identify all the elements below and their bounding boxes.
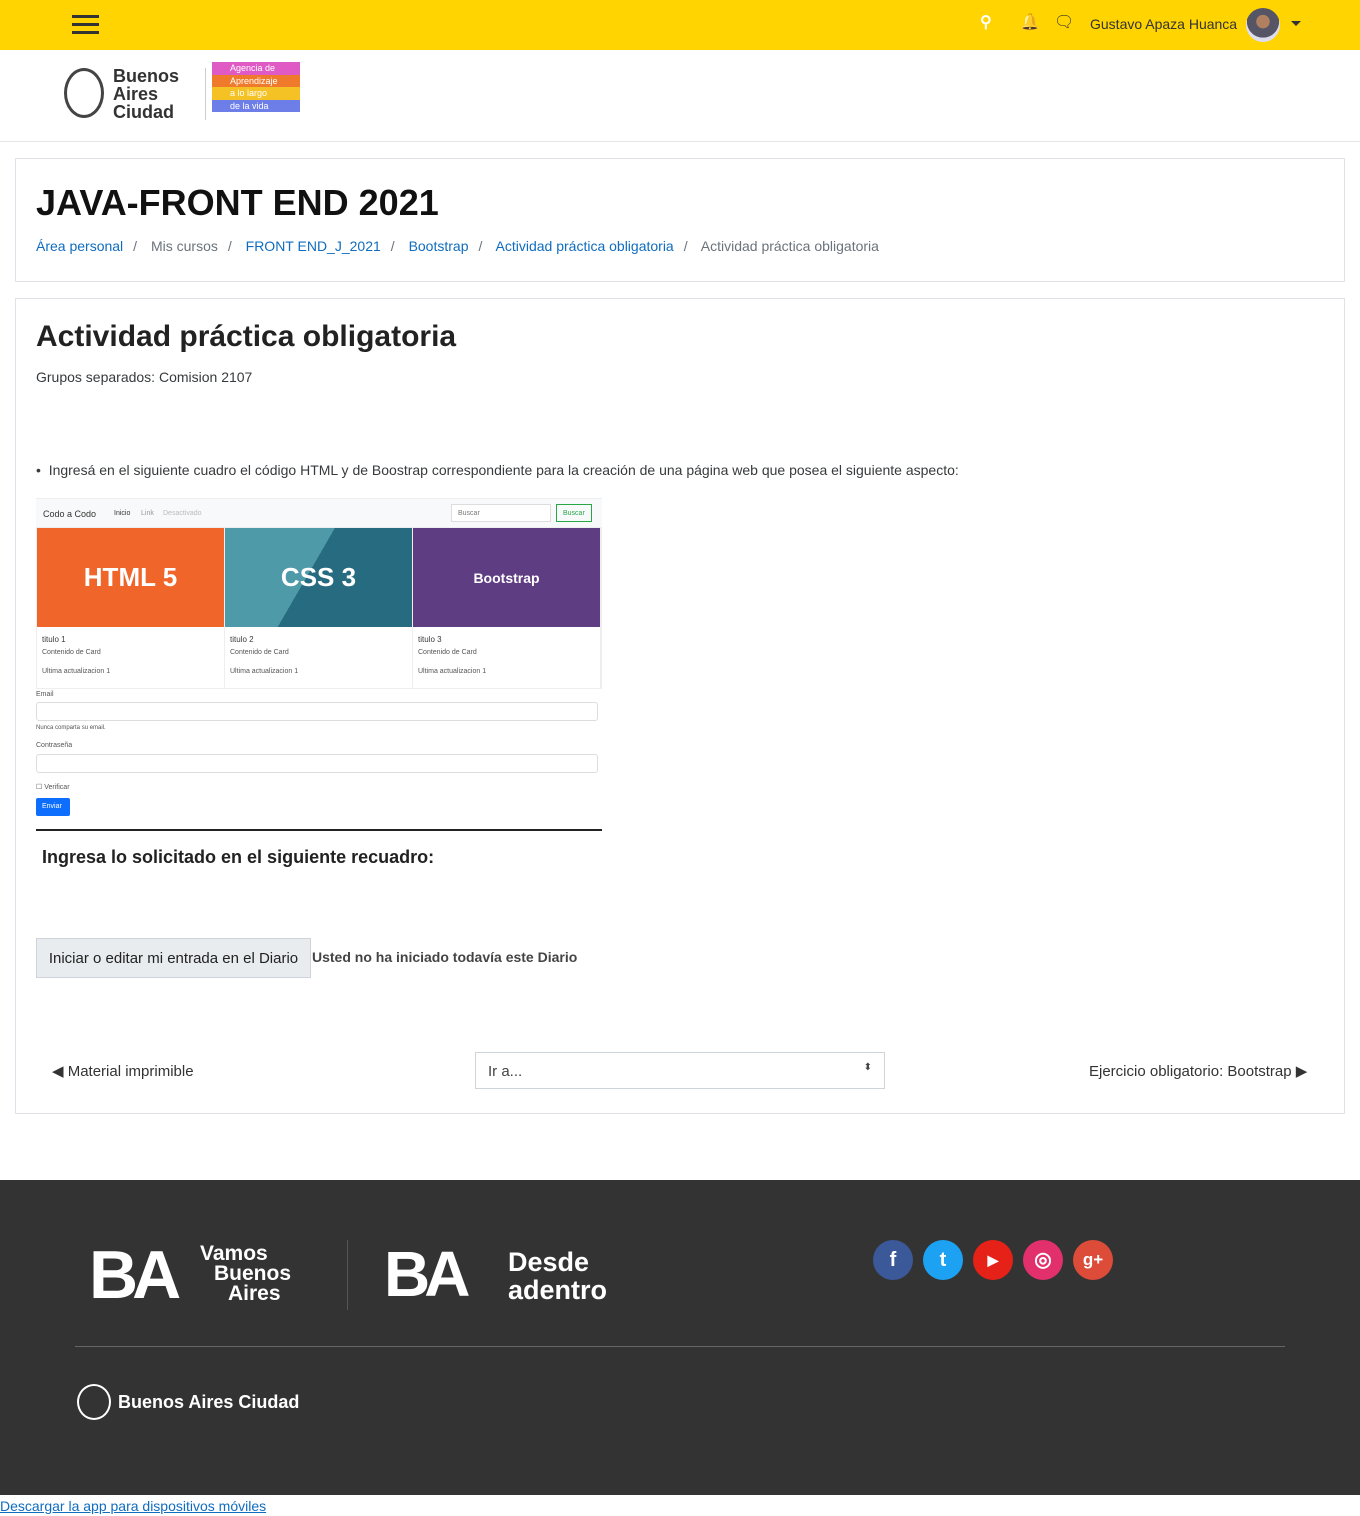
breadcrumb: Área personal / Mis cursos / FRONT END_J_2… — [36, 238, 879, 254]
search-icon[interactable]: ⚲ — [980, 12, 992, 32]
groups-label: Grupos separados: Comision 2107 — [36, 369, 253, 385]
activity-title: Actividad práctica obligatoria — [36, 320, 457, 353]
ba-logo: BA — [89, 1237, 181, 1313]
jump-to-select[interactable]: Ir a... ⬍ — [475, 1052, 885, 1089]
diary-edit-button[interactable]: Iniciar o editar mi entrada en el Diario — [36, 938, 311, 978]
google-plus-icon[interactable]: g+ — [1073, 1240, 1113, 1280]
vamos-buenos-aires-text: Vamos Buenos Aires — [200, 1242, 292, 1305]
breadcrumb-course[interactable]: FRONT END_J_2021 — [246, 238, 381, 254]
user-name[interactable]: Gustavo Apaza Huanca — [1090, 16, 1237, 32]
menu-icon[interactable] — [72, 15, 99, 35]
breadcrumb-section[interactable]: Bootstrap — [409, 238, 469, 254]
bell-icon[interactable]: 🔔 — [1020, 12, 1040, 32]
select-arrows-icon: ⬍ — [863, 1062, 872, 1073]
breadcrumb-home[interactable]: Área personal — [36, 238, 123, 254]
twitter-icon[interactable]: t — [923, 1240, 963, 1280]
footer: BA Vamos Buenos Aires BA Desde adentro Buen… — [0, 1180, 1360, 1495]
download-app-link[interactable]: Descargar la app para dispositivos móvil… — [0, 1498, 266, 1514]
prev-activity-link[interactable]: ◀ Material imprimible — [52, 1062, 194, 1080]
facebook-icon[interactable]: f — [873, 1240, 913, 1280]
ba-desde-adentro-logo: BA — [384, 1238, 470, 1310]
instagram-icon[interactable]: ◎ — [1023, 1240, 1063, 1280]
top-navbar: ⚲ 🔔 🗨 Gustavo Apaza Huanca — [0, 0, 1360, 50]
logo-band — [0, 50, 1360, 142]
sample-screenshot: Codo a Codo Inicio Link Desactivado Busc… — [36, 498, 602, 831]
city-seal-icon — [77, 1384, 111, 1420]
breadcrumb-current: Actividad práctica obligatoria — [700, 238, 879, 254]
city-seal-logo — [64, 68, 104, 118]
page-title: JAVA-FRONT END 2021 — [36, 182, 439, 223]
city-logo-text: Buenos Aires Ciudad — [113, 66, 180, 122]
agency-logo: Agencia de Aprendizaje a lo largo de la … — [212, 62, 300, 124]
youtube-icon[interactable]: ▶ — [973, 1240, 1013, 1280]
avatar[interactable] — [1246, 8, 1280, 42]
chat-icon[interactable]: 🗨 — [1054, 12, 1074, 32]
breadcrumb-my-courses: Mis cursos — [150, 238, 218, 254]
breadcrumb-activity[interactable]: Actividad práctica obligatoria — [496, 238, 674, 254]
desde-adentro-text: Desde adentro — [508, 1247, 608, 1305]
footer-city-name: Buenos Aires Ciudad — [118, 1392, 300, 1412]
diary-status: Usted no ha iniciado todavía este Diario — [312, 949, 578, 965]
prompt-text: Ingresa lo solicitado en el siguiente re… — [42, 847, 435, 867]
next-activity-link[interactable]: Ejercicio obligatorio: Bootstrap ▶ — [1089, 1062, 1307, 1080]
instruction: • Ingresá en el siguiente cuadro el códi… — [36, 462, 959, 478]
user-menu-caret-icon[interactable] — [1291, 21, 1301, 31]
